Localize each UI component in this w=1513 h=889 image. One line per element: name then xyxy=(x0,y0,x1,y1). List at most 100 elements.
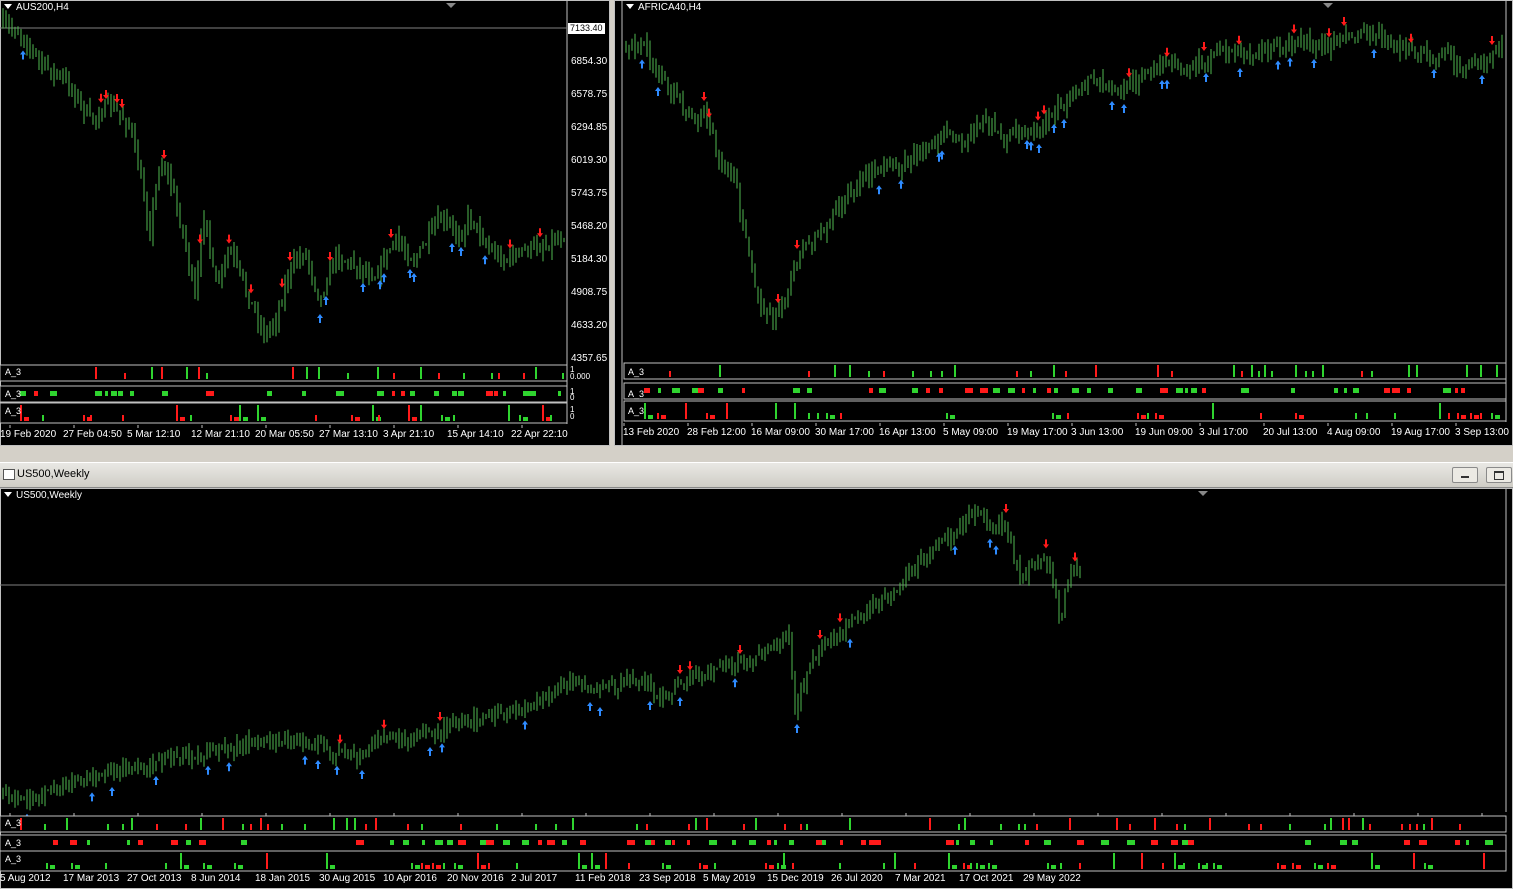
indicator-block xyxy=(1375,865,1380,869)
menu-triangle-icon[interactable] xyxy=(626,4,634,9)
indicator-bar xyxy=(1355,413,1357,419)
window-titlebar-us500[interactable]: US500,Weekly xyxy=(0,462,1513,488)
indicator-block xyxy=(1334,388,1338,393)
indicator-bar xyxy=(156,824,158,830)
arrow-up-icon xyxy=(449,243,455,252)
minimize-button[interactable] xyxy=(1452,467,1478,483)
indicator-block xyxy=(1008,388,1015,393)
indicator-block xyxy=(698,388,704,393)
time-axis-label: 19 Feb 2020 xyxy=(0,429,57,440)
indicator-block xyxy=(1056,415,1061,419)
arrow-up-icon xyxy=(1051,124,1057,133)
chart-window-africa40[interactable]: AFRICA40,H4 A_3 A_3 A_3 13 Feb 2020 28 F… xyxy=(614,0,1513,446)
indicator-bar xyxy=(706,413,708,419)
indicator-bar xyxy=(714,863,716,869)
chart-window-us500[interactable]: US500,Weekly A_3 A_3 A_3 5 Aug 2012 17 M… xyxy=(0,488,1513,889)
arrow-down-icon xyxy=(388,229,394,238)
time-axis-label: 29 May 2022 xyxy=(1023,873,1081,884)
arrow-up-icon xyxy=(1164,79,1170,89)
indicator-block xyxy=(238,865,243,869)
indicator-block xyxy=(840,840,843,845)
indicator-bar xyxy=(1155,413,1157,419)
arrow-up-icon xyxy=(1287,57,1293,67)
price-chart-us500[interactable] xyxy=(0,488,1513,889)
arrow-down-icon xyxy=(226,234,232,244)
indicator-label: A_3 xyxy=(628,389,645,399)
indicator-bar xyxy=(1000,824,1002,830)
indicator-bar xyxy=(883,371,885,377)
indicator-bar xyxy=(1457,413,1459,419)
indicator-bar xyxy=(941,371,943,377)
arrow-up-icon xyxy=(302,755,308,765)
menu-triangle-icon[interactable] xyxy=(4,4,12,9)
indicator-bar xyxy=(1060,863,1062,869)
indicator-bar xyxy=(646,824,648,830)
indicator-bar xyxy=(800,824,802,830)
arrow-up-icon xyxy=(1431,69,1437,78)
indicator-bar xyxy=(165,863,167,869)
indicator-bar xyxy=(970,863,972,869)
indicator-bar xyxy=(834,365,836,377)
indicator-bar xyxy=(685,403,687,419)
indicator-block xyxy=(171,840,178,845)
indicator-bar xyxy=(1258,371,1260,377)
indicator-bar xyxy=(1496,365,1498,377)
indicator-bar xyxy=(378,415,380,421)
arrow-down-icon xyxy=(817,630,823,639)
indicator-block xyxy=(990,840,993,845)
indicator-block xyxy=(1160,388,1168,393)
arrow-down-icon xyxy=(507,239,513,249)
indicator-block xyxy=(458,865,463,869)
indicator-bar xyxy=(894,853,896,869)
time-axis-label: 18 Jan 2015 xyxy=(255,873,311,884)
indicator-block xyxy=(1072,388,1079,393)
indicator-bar xyxy=(1292,863,1294,869)
indicator-block xyxy=(458,391,464,396)
indicator-bar xyxy=(1095,365,1097,377)
time-axis-label: 2 Jul 2017 xyxy=(511,873,558,884)
indicator-bar xyxy=(948,853,950,869)
indicator-block xyxy=(1455,388,1458,393)
indicator-block xyxy=(1101,840,1109,845)
time-axis-label: 20 Nov 2016 xyxy=(447,873,504,884)
arrow-down-icon xyxy=(1201,42,1207,51)
arrow-up-icon xyxy=(1109,101,1115,110)
indicator-bar xyxy=(1065,371,1067,377)
indicator-bar xyxy=(605,853,607,869)
indicator-bar xyxy=(122,824,124,830)
indicator-bar xyxy=(784,824,786,830)
time-axis-label: 13 Feb 2020 xyxy=(623,427,680,438)
arrow-up-icon xyxy=(334,765,340,775)
indicator-panel xyxy=(0,850,1507,872)
indicator-bar xyxy=(372,405,374,421)
time-axis-label: 15 Apr 14:10 xyxy=(447,429,504,440)
chart-window-aus200[interactable]: AUS200,H4 7133.40 6854.30 6578.75 6294.8… xyxy=(0,0,610,446)
indicator-bar xyxy=(46,863,48,869)
indicator-bar xyxy=(794,403,796,419)
indicator-bar xyxy=(203,863,205,869)
chart-symbol-label: US500,Weekly xyxy=(4,490,82,501)
indicator-block xyxy=(912,388,918,393)
menu-triangle-icon[interactable] xyxy=(4,492,12,497)
indicator-bar xyxy=(318,367,320,379)
price-bars xyxy=(2,8,565,344)
maximize-button[interactable] xyxy=(1486,467,1512,483)
indicator-bar xyxy=(929,818,931,830)
time-axis-label: 19 May 17:00 xyxy=(1007,427,1068,438)
indicator-bar xyxy=(958,824,960,830)
price-chart-aus200[interactable] xyxy=(0,0,610,446)
indicator-block xyxy=(261,417,266,421)
indicator-bar xyxy=(1264,365,1266,377)
indicator-bar xyxy=(840,413,842,419)
indicator-bar xyxy=(1330,818,1332,830)
indicator-bar xyxy=(826,413,828,419)
indicator-block xyxy=(1404,840,1410,845)
indicator-block xyxy=(1033,388,1036,393)
time-axis-label: 5 May 2019 xyxy=(703,873,756,884)
indicator-block xyxy=(672,840,675,845)
indicator-bar xyxy=(222,818,224,830)
indicator-bar xyxy=(198,367,200,379)
price-chart-africa40[interactable] xyxy=(614,0,1513,446)
indicator-bar xyxy=(946,413,948,419)
indicator-bar xyxy=(1423,824,1425,830)
